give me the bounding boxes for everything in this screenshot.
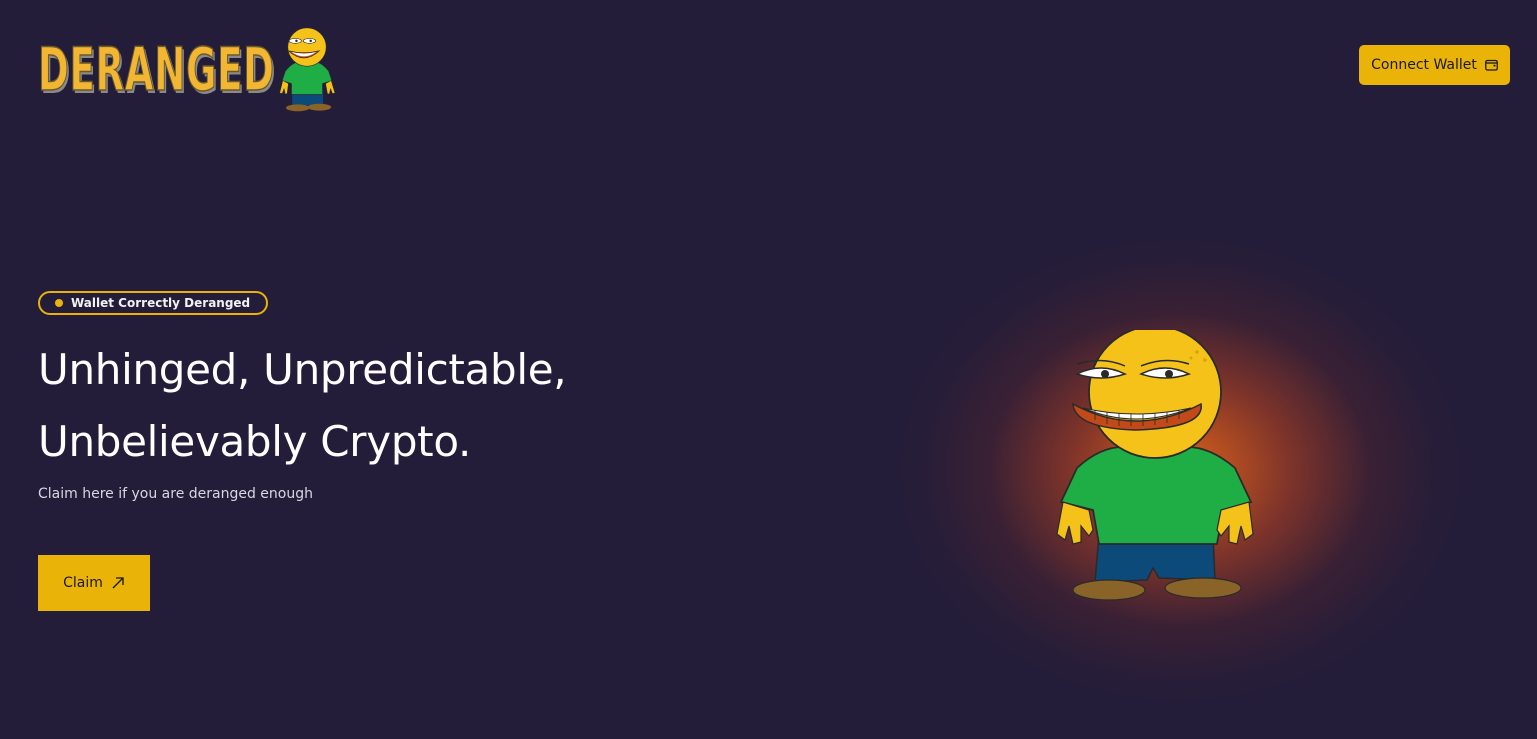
status-dot-icon [55,299,63,307]
logo-text: DERANGED [38,34,275,106]
page: DERANGED Connect Wallet Wallet Correctly… [0,0,1537,739]
status-badge-text: Wallet Correctly Deranged [71,296,251,310]
mascot-icon [279,27,336,112]
hero-headline-line2: Unbelievably Crypto. [38,417,472,466]
claim-label: Claim [63,575,103,591]
hero-subtext: Claim here if you are deranged enough [38,486,313,502]
mascot-icon [1056,330,1254,601]
wallet-icon [1484,59,1498,71]
connect-wallet-label: Connect Wallet [1371,57,1477,73]
claim-button[interactable]: Claim [38,555,150,611]
logo[interactable]: DERANGED [38,22,338,118]
hero-headline-line1: Unhinged, Unpredictable, [38,345,567,394]
connect-wallet-button[interactable]: Connect Wallet [1359,45,1510,85]
status-badge: Wallet Correctly Deranged [38,291,269,315]
arrow-up-right-icon [112,577,124,589]
hero-headline: Unhinged, Unpredictable, Unbelievably Cr… [38,334,567,478]
